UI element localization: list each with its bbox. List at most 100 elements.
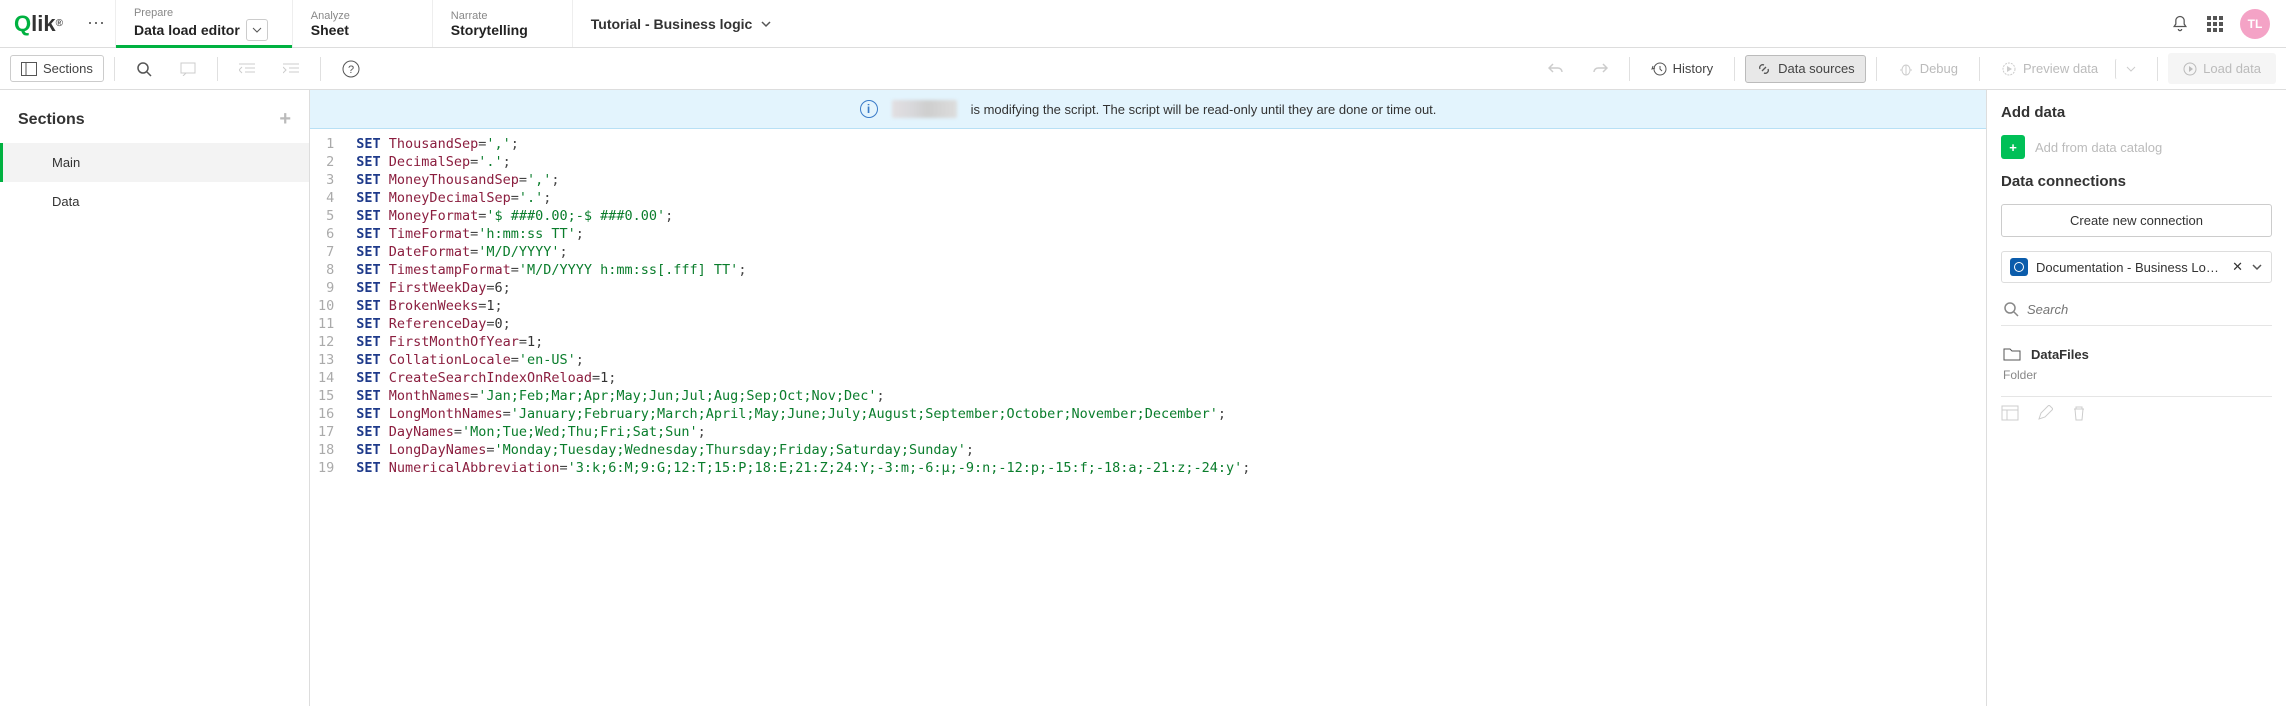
debug-button: Debug bbox=[1887, 55, 1969, 83]
connection-item[interactable]: Documentation - Business Logic ... ✕ bbox=[2001, 251, 2272, 283]
app-title[interactable]: Tutorial - Business logic bbox=[572, 0, 2154, 47]
load-data-button: Load data bbox=[2168, 53, 2276, 84]
nav-value: Sheet bbox=[311, 22, 414, 38]
separator bbox=[1979, 57, 1980, 81]
top-bar: Qlik® ⋯ PrepareData load editorAnalyzeSh… bbox=[0, 0, 2286, 48]
add-from-catalog: + Add from data catalog bbox=[2001, 135, 2272, 159]
section-item-main[interactable]: Main bbox=[0, 143, 309, 182]
main-area: Sections + MainData i is modifying the s… bbox=[0, 90, 2286, 706]
avatar[interactable]: TL bbox=[2240, 9, 2270, 39]
separator bbox=[114, 57, 115, 81]
data-sources-toggle[interactable]: Data sources bbox=[1745, 55, 1866, 83]
undo-button bbox=[1537, 56, 1575, 82]
line-gutter: 12345678910111213141516171819 bbox=[310, 129, 346, 706]
delete-icon bbox=[2071, 405, 2087, 421]
add-catalog-label: Add from data catalog bbox=[2035, 140, 2162, 155]
section-item-data[interactable]: Data bbox=[0, 182, 309, 221]
data-connections-title: Data connections bbox=[2001, 173, 2272, 190]
sections-title: Sections bbox=[18, 111, 85, 129]
redo-icon bbox=[1592, 62, 1608, 76]
connection-badge-icon bbox=[2010, 258, 2028, 276]
load-label: Load data bbox=[2203, 61, 2261, 76]
logo[interactable]: Qlik® bbox=[0, 0, 77, 47]
separator bbox=[1734, 57, 1735, 81]
separator bbox=[1629, 57, 1630, 81]
code-lines[interactable]: SET ThousandSep=',';SET DecimalSep='.';S… bbox=[346, 129, 1260, 706]
svg-text:?: ? bbox=[348, 64, 354, 76]
bell-icon[interactable] bbox=[2170, 14, 2190, 34]
apps-icon[interactable] bbox=[2206, 15, 2224, 33]
editor-area: i is modifying the script. The script wi… bbox=[310, 90, 1986, 706]
panel-icon bbox=[21, 62, 37, 76]
separator bbox=[2157, 57, 2158, 81]
top-icons: TL bbox=[2154, 0, 2286, 47]
sections-header: Sections + bbox=[0, 90, 309, 143]
nav-item-data-load-editor[interactable]: PrepareData load editor bbox=[115, 0, 292, 47]
indent-button bbox=[272, 56, 310, 82]
nav-item-storytelling[interactable]: NarrateStorytelling bbox=[432, 0, 572, 47]
separator bbox=[1876, 57, 1877, 81]
connection-actions bbox=[2001, 396, 2272, 421]
readonly-notice: i is modifying the script. The script wi… bbox=[310, 90, 1986, 129]
chevron-down-icon[interactable] bbox=[246, 19, 268, 41]
nav-value: Data load editor bbox=[134, 19, 274, 41]
undo-icon bbox=[1548, 62, 1564, 76]
search-icon bbox=[2003, 301, 2019, 317]
sections-label: Sections bbox=[43, 61, 93, 76]
history-icon bbox=[1651, 61, 1667, 77]
sections-panel: Sections + MainData bbox=[0, 90, 310, 706]
nav-label: Prepare bbox=[134, 7, 274, 19]
chevron-down-icon[interactable] bbox=[2251, 261, 2263, 273]
datafiles-type: Folder bbox=[2001, 368, 2272, 382]
search-icon bbox=[136, 61, 152, 77]
indent-icon bbox=[283, 62, 299, 76]
comment-button bbox=[169, 56, 207, 82]
more-menu-button[interactable]: ⋯ bbox=[77, 0, 115, 47]
notice-text: is modifying the script. The script will… bbox=[971, 102, 1437, 117]
sections-toggle[interactable]: Sections bbox=[10, 55, 104, 82]
history-label: History bbox=[1673, 61, 1713, 76]
history-button[interactable]: History bbox=[1640, 55, 1724, 83]
redo-button bbox=[1581, 56, 1619, 82]
nav-label: Analyze bbox=[311, 10, 414, 22]
toolbar: Sections ? History Data sources Debug Pr… bbox=[0, 48, 2286, 90]
preview-button: Preview data bbox=[1990, 55, 2109, 83]
datafiles-label: DataFiles bbox=[2031, 347, 2089, 362]
bug-icon bbox=[1898, 61, 1914, 77]
nav-value: Storytelling bbox=[451, 22, 554, 38]
code-editor[interactable]: 12345678910111213141516171819 SET Thousa… bbox=[310, 129, 1986, 706]
debug-label: Debug bbox=[1920, 61, 1958, 76]
close-icon[interactable]: ✕ bbox=[2232, 259, 2243, 275]
add-data-title: Add data bbox=[2001, 104, 2272, 121]
edit-icon bbox=[2037, 405, 2053, 421]
preview-icon bbox=[2001, 61, 2017, 77]
datafiles-item[interactable]: DataFiles bbox=[2001, 340, 2272, 368]
preview-dropdown bbox=[2115, 58, 2147, 80]
separator bbox=[217, 57, 218, 81]
redacted-user bbox=[892, 100, 957, 118]
separator bbox=[320, 57, 321, 81]
create-connection-button[interactable]: Create new connection bbox=[2001, 204, 2272, 237]
connection-name: Documentation - Business Logic ... bbox=[2036, 260, 2224, 275]
add-section-button[interactable]: + bbox=[279, 108, 291, 131]
chevron-down-icon bbox=[2126, 64, 2136, 74]
help-button[interactable]: ? bbox=[331, 54, 371, 84]
right-panel: Add data + Add from data catalog Data co… bbox=[1986, 90, 2286, 706]
nav-item-sheet[interactable]: AnalyzeSheet bbox=[292, 0, 432, 47]
data-sources-label: Data sources bbox=[1778, 61, 1855, 76]
search-button[interactable] bbox=[125, 55, 163, 83]
connection-search[interactable] bbox=[2001, 297, 2272, 326]
link-icon bbox=[1756, 61, 1772, 77]
plus-icon: + bbox=[2001, 135, 2025, 159]
outdent-icon bbox=[239, 62, 255, 76]
search-input[interactable] bbox=[2027, 302, 2270, 317]
outdent-button bbox=[228, 56, 266, 82]
app-title-text: Tutorial - Business logic bbox=[591, 16, 753, 32]
preview-label: Preview data bbox=[2023, 61, 2098, 76]
info-icon: i bbox=[860, 100, 878, 118]
help-icon: ? bbox=[342, 60, 360, 78]
chevron-down-icon bbox=[760, 18, 772, 30]
nav-label: Narrate bbox=[451, 10, 554, 22]
folder-icon bbox=[2003, 346, 2021, 362]
select-data-icon bbox=[2001, 405, 2019, 421]
